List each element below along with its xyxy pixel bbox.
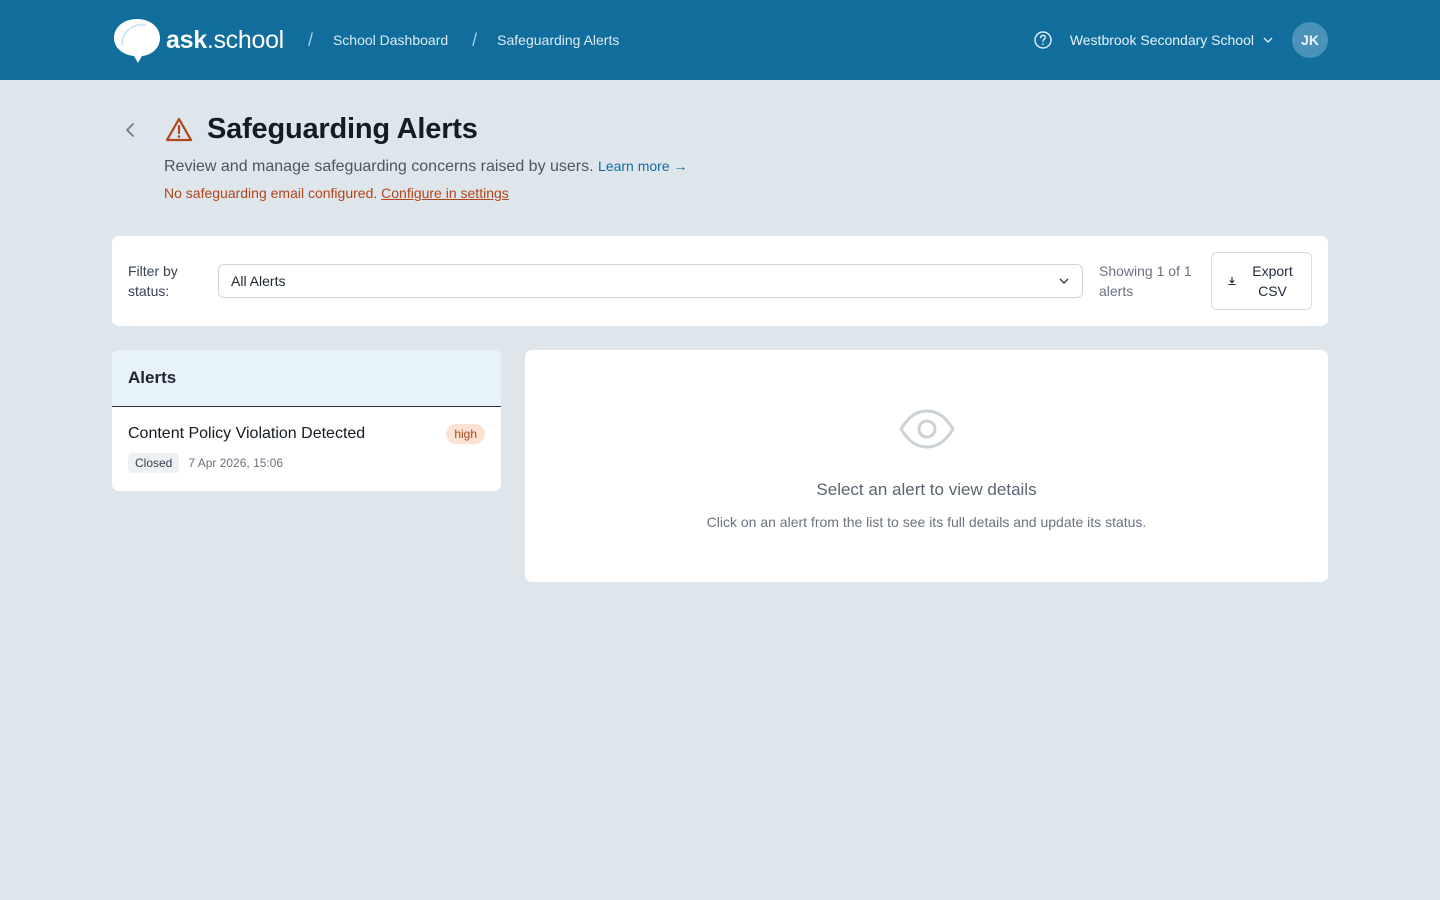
help-icon[interactable] — [1033, 30, 1053, 50]
school-name: Westbrook Secondary School — [1069, 32, 1254, 48]
page-header: Safeguarding Alerts Review and manage sa… — [0, 80, 1440, 201]
page-title: Safeguarding Alerts — [207, 113, 478, 145]
results-count: Showing 1 of 1 alerts — [1099, 263, 1192, 299]
header-actions: Westbrook Secondary School JK — [1033, 22, 1328, 58]
download-icon — [1228, 277, 1235, 286]
eye-icon — [899, 409, 954, 449]
title-row: Safeguarding Alerts — [112, 80, 1328, 146]
avatar[interactable]: JK — [1292, 22, 1328, 58]
alerts-list-panel: Alerts Content Policy Violation Detected… — [112, 350, 501, 491]
warning-triangle-icon — [165, 117, 193, 141]
breadcrumb-separator: / — [307, 29, 313, 50]
export-csv-label: Export CSV — [1252, 263, 1293, 299]
status-badge: Closed — [128, 453, 180, 473]
logo-text: ask.school — [166, 25, 284, 54]
learn-more-link[interactable]: Learn more → — [598, 158, 687, 174]
alert-meta: Closed 7 Apr 2026, 15:06 — [128, 453, 485, 473]
severity-badge: high — [446, 424, 485, 444]
alert-title: Content Policy Violation Detected — [128, 425, 366, 442]
chevron-down-icon — [1059, 278, 1069, 284]
school-selector[interactable]: Westbrook Secondary School — [1070, 32, 1274, 48]
empty-state-description: Click on an alert from the list to see i… — [706, 514, 1147, 530]
alerts-list-heading: Alerts — [112, 350, 501, 407]
subtitle-text: Review and manage safeguarding concerns … — [164, 158, 594, 175]
top-navbar: ask.school / School Dashboard / Safeguar… — [0, 0, 1440, 80]
export-csv-button[interactable]: Export CSV — [1211, 252, 1312, 310]
filter-label: Filter by status: — [128, 263, 178, 299]
breadcrumb-school-dashboard[interactable]: School Dashboard — [333, 32, 448, 48]
alert-timestamp: 7 Apr 2026, 15:06 — [188, 456, 284, 470]
chevron-down-icon — [1263, 37, 1273, 43]
list-item[interactable]: Content Policy Violation Detected high C… — [112, 407, 501, 491]
filter-bar: Filter by status: All Alerts Showing 1 o… — [112, 236, 1328, 326]
page-subtitle: Review and manage safeguarding concerns … — [112, 158, 1328, 176]
email-warning-text: No safeguarding email configured. — [164, 185, 378, 201]
breadcrumb-current-page: Safeguarding Alerts — [497, 32, 620, 48]
configure-settings-link[interactable]: Configure in settings — [381, 185, 509, 201]
logo[interactable]: ask.school — [112, 15, 284, 65]
breadcrumb-separator: / — [472, 29, 478, 50]
back-chevron-icon[interactable] — [122, 120, 138, 140]
logo-bubble-icon — [114, 19, 160, 63]
empty-state-title: Select an alert to view details — [816, 480, 1037, 499]
alert-details-panel: Select an alert to view details Click on… — [525, 350, 1328, 582]
status-filter-select[interactable]: All Alerts — [218, 264, 1083, 298]
status-filter-value: All Alerts — [231, 273, 286, 289]
email-warning: No safeguarding email configured. Config… — [112, 185, 1328, 201]
